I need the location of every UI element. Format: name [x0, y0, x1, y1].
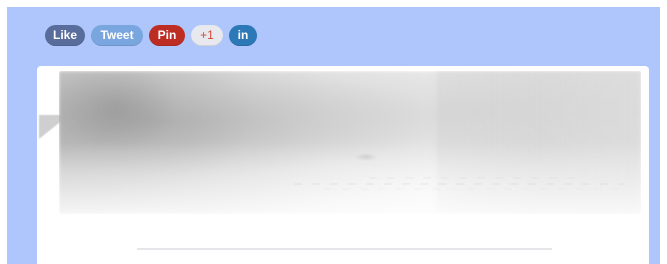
- content-divider: [137, 248, 552, 250]
- linkedin-button[interactable]: in: [229, 24, 258, 46]
- tweet-button[interactable]: Tweet: [91, 24, 144, 46]
- plus-one-button[interactable]: +1: [191, 24, 224, 46]
- hero-glow: [59, 142, 641, 214]
- pin-button[interactable]: Pin: [149, 24, 186, 46]
- social-share-bar: Like Tweet Pin +1 in: [45, 24, 258, 46]
- hero-image: [59, 71, 641, 214]
- like-button[interactable]: Like: [45, 24, 86, 46]
- screenshot-frame: Like Tweet Pin +1 in: [0, 0, 667, 264]
